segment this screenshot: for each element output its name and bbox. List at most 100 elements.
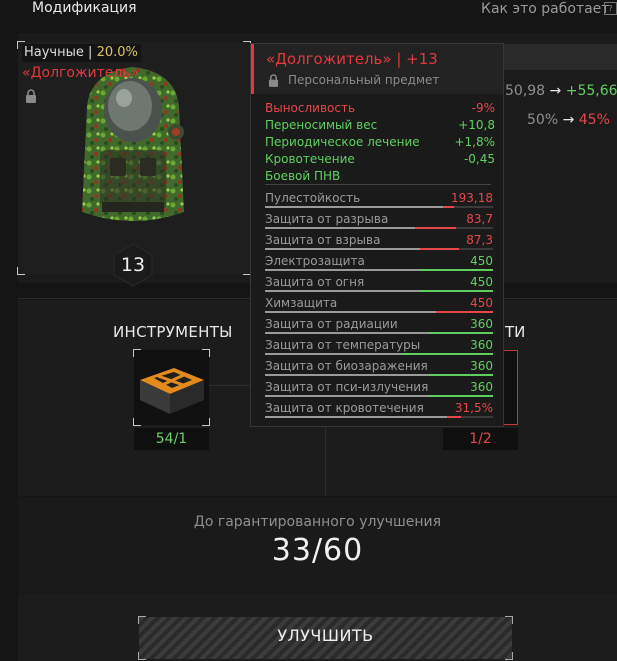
stat-name: Защита от кровотечения [265, 401, 424, 415]
science-badge: Научные | 20.0% [22, 44, 141, 62]
item-level: 13 [120, 254, 146, 276]
stat-bar [265, 332, 493, 334]
stat-bar-fill [265, 311, 436, 313]
science-label: Научные [24, 45, 84, 60]
help-icon[interactable]: ? [604, 2, 617, 15]
how-it-works-link[interactable]: Как это работает [481, 1, 609, 17]
modifier-name: Переносимый вес [265, 118, 378, 132]
stat-bar [265, 311, 493, 313]
stat-row: Химзащита 450 [265, 296, 495, 316]
modifier-value: -9% [471, 101, 495, 115]
stat-old-value: 50% [527, 112, 559, 128]
science-sep: | [88, 45, 93, 60]
stat-bar-delta [420, 248, 459, 250]
stat-name: Электрозащита [265, 254, 365, 268]
stat-value: 450 [470, 254, 493, 268]
stat-bar-fill [265, 290, 420, 292]
stat-row: Защита от кровотечения 31,5% [265, 401, 495, 421]
lock-icon [268, 74, 279, 87]
stat-name: Защита от пси-излучения [265, 380, 429, 394]
item-tooltip: «Долгожитель» | +13 Персональный предмет… [250, 43, 504, 427]
upgrade-button-label: УЛУЧШИТЬ [277, 626, 374, 645]
stat-bar-fill [265, 206, 443, 208]
stat-bar [265, 374, 493, 376]
stat-old-value: 50,98 [505, 83, 546, 99]
stat-bar [265, 353, 493, 355]
stat-value: 31,5% [454, 401, 493, 415]
modifier-name: Кровотечение [265, 152, 355, 166]
stat-comparison-row: 50% → 45% [527, 112, 610, 128]
modifier-name: Периодическое лечение [265, 135, 420, 149]
tooltip-header: «Долгожитель» | +13 Персональный предмет [251, 44, 503, 94]
page-title: Модификация [32, 0, 137, 16]
stat-row: Электрозащита 450 [265, 254, 495, 274]
tools-slot[interactable] [133, 349, 210, 426]
modifier-value: +10,8 [458, 118, 495, 132]
stat-value: 360 [470, 359, 493, 373]
stat-new-value: 45% [578, 112, 610, 128]
stat-name: Защита от огня [265, 275, 365, 289]
stat-bar-fill [265, 374, 429, 376]
stat-bar-fill [265, 227, 415, 229]
stat-bar [265, 290, 493, 292]
stat-row: Защита от радиации 360 [265, 317, 495, 337]
toolbox-icon [140, 368, 204, 414]
stat-value: 360 [470, 380, 493, 394]
tools-count: 54/1 [134, 428, 209, 450]
stat-bar-delta [429, 332, 493, 334]
material-count: 1/2 [443, 428, 518, 450]
stat-row: Пулестойкость 193,18 [265, 191, 495, 211]
tooltip-title: «Долгожитель» | +13 [266, 50, 438, 68]
stat-value: 450 [470, 275, 493, 289]
stat-bar [265, 227, 493, 229]
stat-name: Пулестойкость [265, 191, 361, 205]
stat-bar [265, 416, 493, 418]
stat-bar-fill [265, 395, 429, 397]
stat-name: Защита от биозаражения [265, 359, 428, 373]
guarantee-label: До гарантированного улучшения [193, 514, 442, 530]
stat-value: 450 [470, 296, 493, 310]
science-value: 20.0% [96, 45, 138, 60]
divider [265, 184, 491, 185]
material-label: ТИ [505, 323, 526, 341]
stat-bar-fill [265, 416, 447, 418]
stat-bar [265, 248, 493, 250]
stat-row: Защита от огня 450 [265, 275, 495, 295]
tools-label: ИНСТРУМЕНТЫ [113, 323, 233, 341]
stat-value: 360 [470, 338, 493, 352]
tooltip-subtitle: Персональный предмет [288, 73, 440, 87]
modifier-name: Боевой ПНВ [265, 169, 341, 183]
stat-bar-fill [265, 332, 429, 334]
stat-name: Защита от разрыва [265, 212, 389, 226]
item-name: «Долгожитель» [22, 65, 140, 81]
arrow-icon: → [549, 83, 562, 99]
stat-bar-fill [265, 269, 420, 271]
stat-bar-fill [265, 353, 402, 355]
stat-row: Защита от пси-излучения 360 [265, 380, 495, 400]
stat-row: Защита от разрыва 83,7 [265, 212, 495, 232]
lock-icon [26, 89, 36, 103]
stat-value: 193,18 [451, 191, 493, 205]
stat-name: Защита от температуры [265, 338, 421, 352]
stat-new-value: +55,66 [565, 83, 617, 99]
stat-value: 87,3 [466, 233, 493, 247]
stat-bar-fill [265, 248, 420, 250]
stat-row: Защита от биозаражения 360 [265, 359, 495, 379]
stat-bar-delta [429, 395, 493, 397]
stat-bar-delta [420, 290, 493, 292]
stat-bar [265, 395, 493, 397]
stat-name: Защита от взрыва [265, 233, 381, 247]
stat-row: Защита от температуры 360 [265, 338, 495, 358]
guarantee-progress: 33/60 [271, 533, 364, 568]
stat-comparison-row: 50,98 → +55,66 [505, 83, 617, 99]
stat-bar-delta [402, 353, 493, 355]
stat-bar-delta [447, 416, 461, 418]
stat-bar-delta [436, 311, 493, 313]
modifier-name: Выносливость [265, 101, 356, 115]
stat-bar-delta [415, 227, 456, 229]
modifier-value: -0,45 [463, 152, 495, 166]
stat-row: Защита от взрыва 87,3 [265, 233, 495, 253]
stat-bar-delta [420, 269, 493, 271]
stat-value: 83,7 [466, 212, 493, 226]
modifier-value: +1,8% [454, 135, 495, 149]
